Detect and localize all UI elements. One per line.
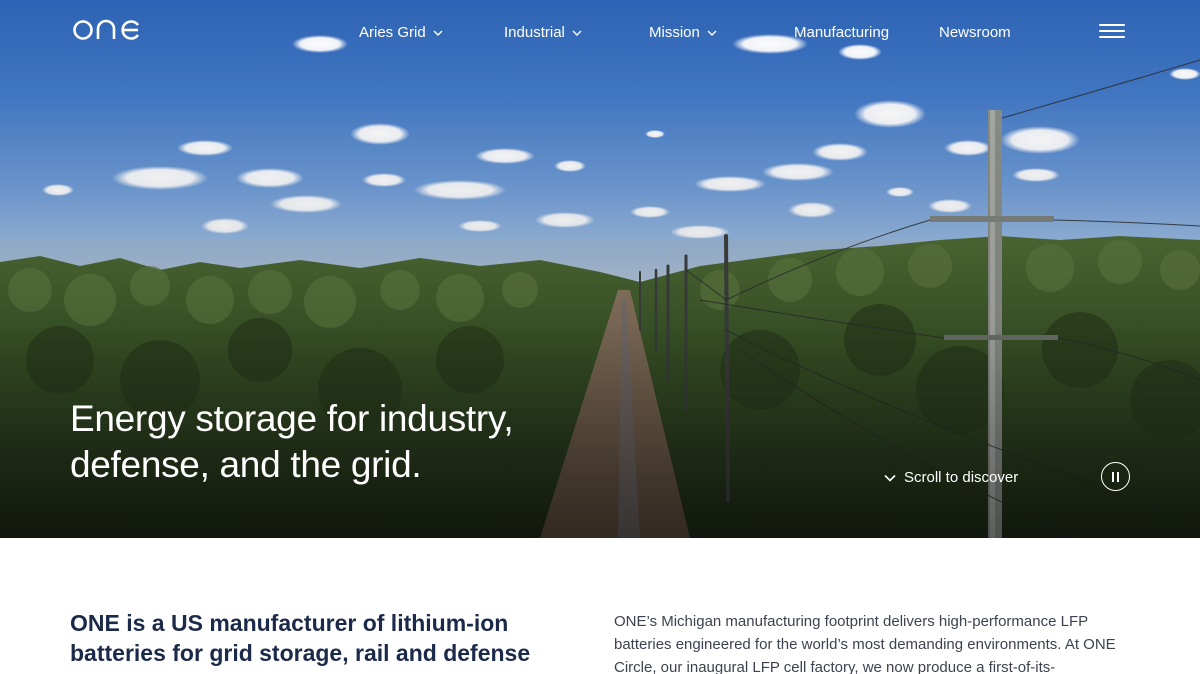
nav-item-aries-grid[interactable]: Aries Grid — [359, 22, 443, 44]
nav-item-industrial[interactable]: Industrial — [504, 22, 582, 44]
nav-item-label: Newsroom — [939, 24, 1011, 41]
hero-section: Aries Grid Industrial Mission Manufactur… — [0, 0, 1200, 538]
pause-button[interactable] — [1101, 462, 1130, 491]
nav-item-label: Mission — [649, 24, 700, 41]
nav-item-newsroom[interactable]: Newsroom — [939, 22, 1011, 44]
chevron-down-icon — [433, 30, 443, 36]
nav-item-label: Manufacturing — [794, 24, 890, 41]
nav-item-label: Industrial — [504, 24, 565, 41]
logo[interactable] — [72, 18, 148, 42]
hamburger-icon[interactable] — [1099, 24, 1125, 42]
pause-icon — [1111, 471, 1121, 482]
chevron-down-icon — [707, 30, 717, 36]
nav-item-label: Aries Grid — [359, 24, 426, 41]
top-navigation: Aries Grid Industrial Mission Manufactur… — [0, 0, 1200, 64]
nav-item-mission[interactable]: Mission — [649, 22, 717, 44]
intro-heading: ONE is a US manufacturer of lithium-ion … — [70, 610, 531, 666]
chevron-down-icon — [884, 474, 896, 482]
intro-body: ONE’s Michigan manufacturing footprint d… — [614, 613, 1116, 674]
chevron-down-icon — [572, 30, 582, 36]
scroll-label: Scroll to discover — [904, 469, 1019, 486]
scroll-to-discover-link[interactable]: Scroll to discover — [884, 468, 1018, 488]
nav-item-manufacturing[interactable]: Manufacturing — [794, 22, 889, 44]
hero-title: Energy storage for industry, defense, an… — [70, 398, 514, 485]
